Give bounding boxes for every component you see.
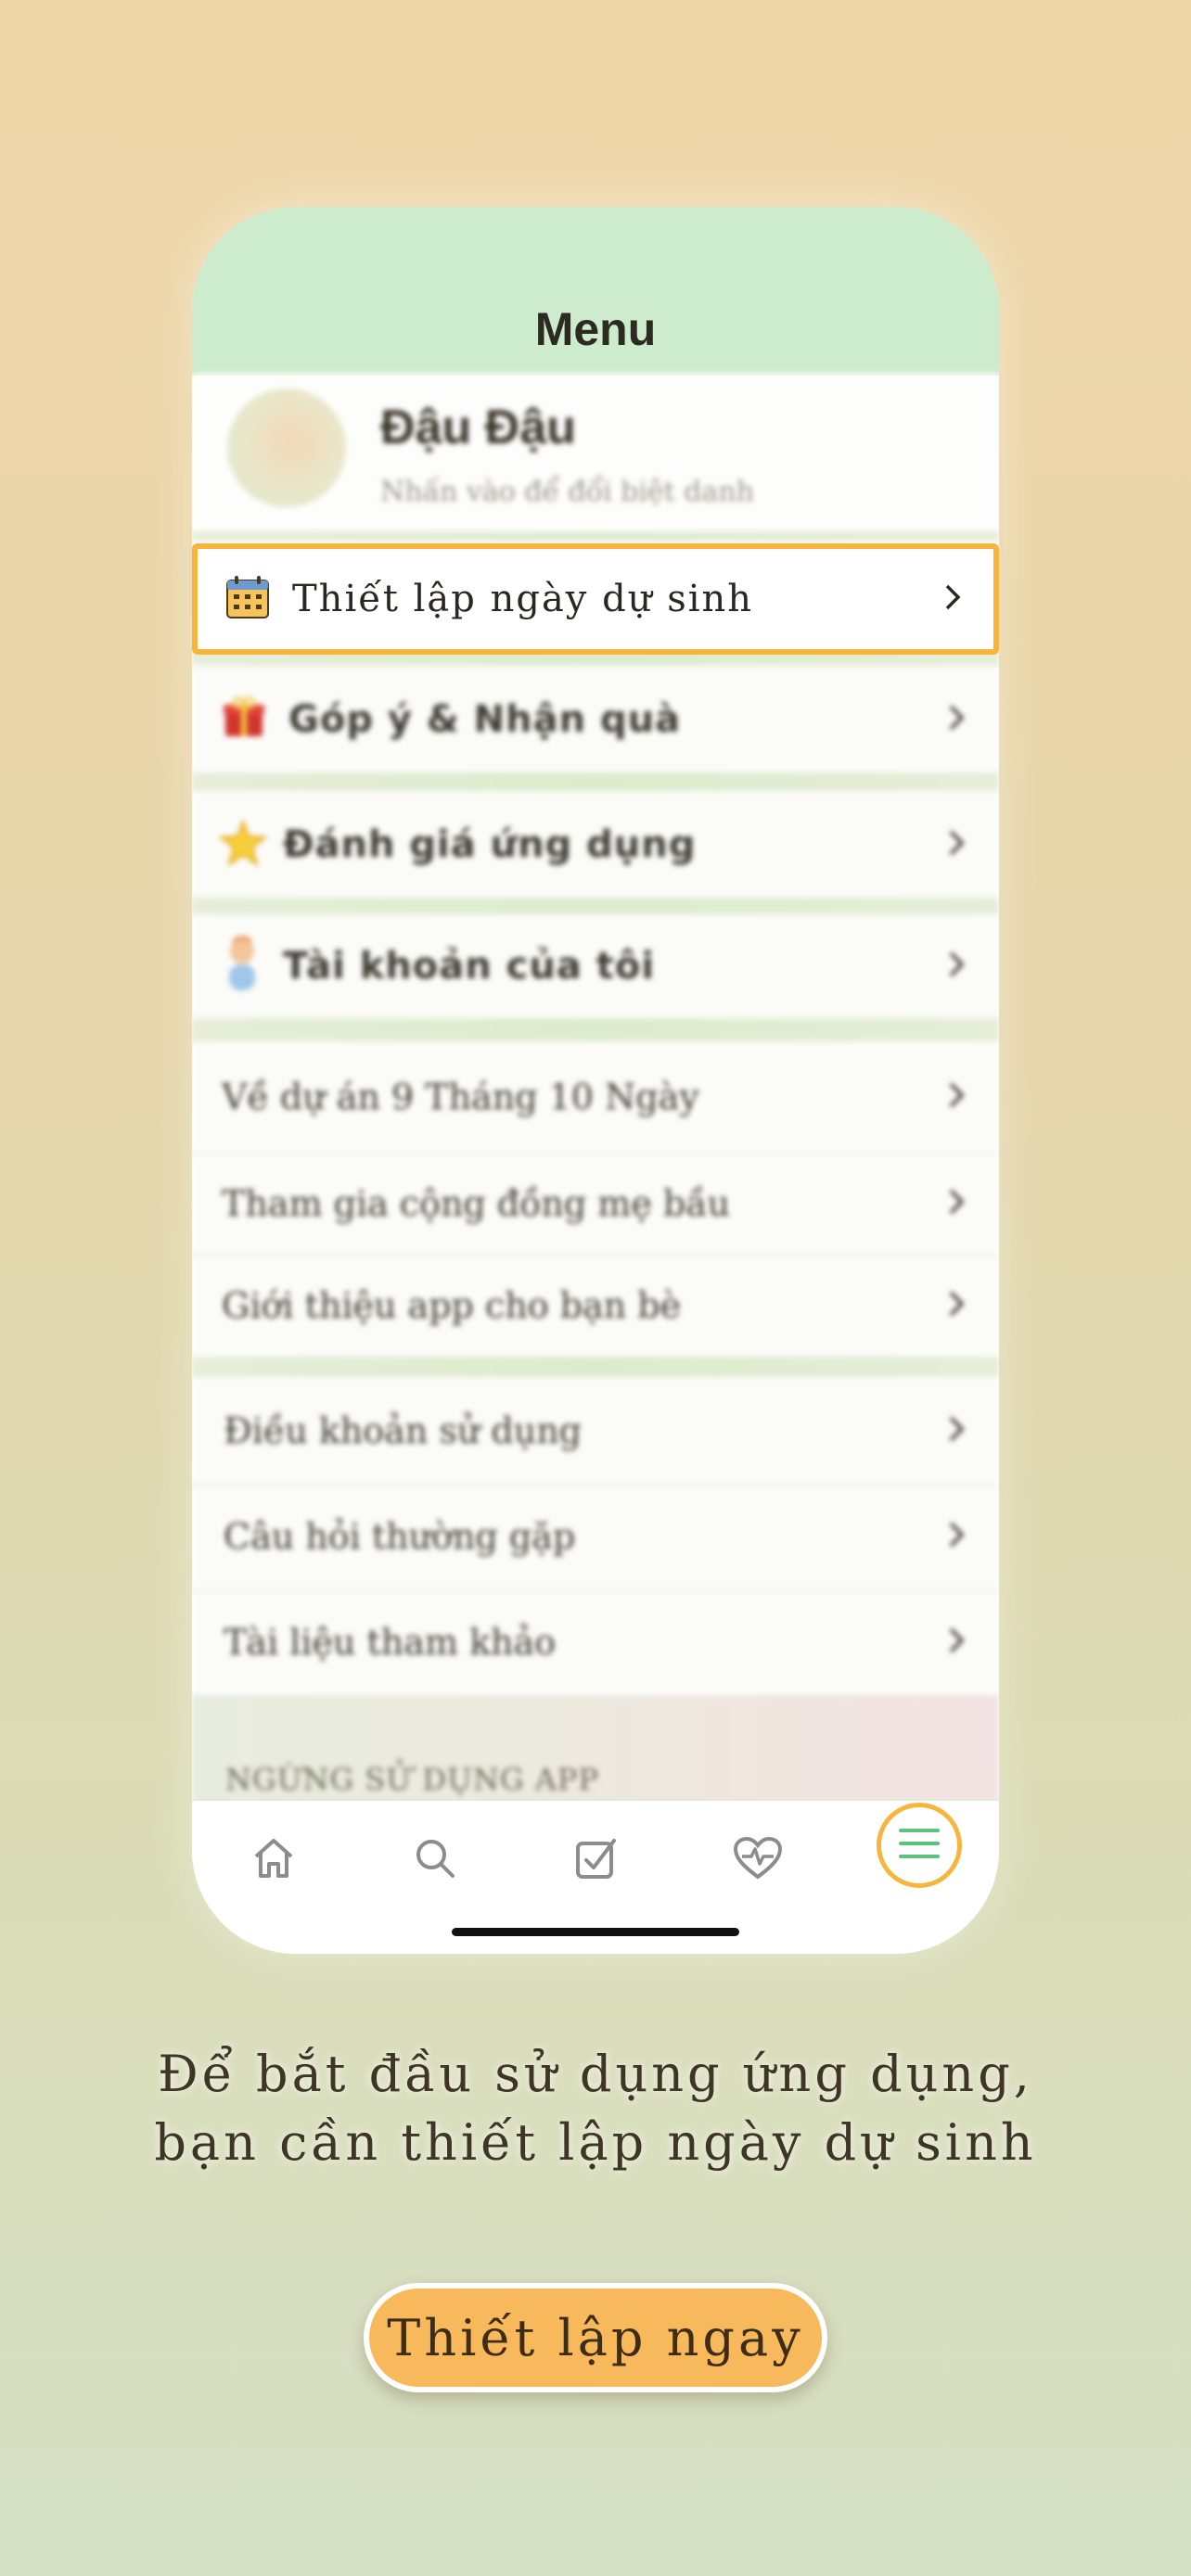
- chevron-right-icon: [947, 1520, 966, 1553]
- menu-item-label: Tham gia cộng đồng mẹ bầu: [222, 1183, 730, 1224]
- menu-item-faq[interactable]: Câu hỏi thường gặp: [192, 1484, 999, 1591]
- menu-item-label: Đánh giá ứng dụng: [283, 823, 697, 866]
- menu-header: Menu: [192, 207, 999, 376]
- menu-item-label: Tài khoản của tôi: [283, 945, 656, 988]
- chevron-right-icon: [947, 1187, 966, 1220]
- caption-line-2: bạn cần thiết lập ngày dự sinh: [154, 2113, 1037, 2172]
- menu-item-label: Góp ý & Nhận quà: [288, 697, 682, 741]
- menu-item-account[interactable]: Tài khoản của tôi: [192, 914, 999, 1018]
- menu-item-about[interactable]: Về dự án 9 Tháng 10 Ngày: [192, 1041, 999, 1154]
- menu-item-label: Câu hỏi thường gặp: [224, 1516, 576, 1557]
- stop-using-label: NGỪNG SỬ DỤNG APP: [225, 1762, 599, 1797]
- profile-card[interactable]: Đậu Đậu Nhấn vào để đổi biệt danh: [192, 374, 999, 531]
- profile-name: Đậu Đậu: [380, 401, 576, 454]
- set-due-date-label: Thiết lập ngày dự sinh: [292, 578, 754, 620]
- caption-line-1: Để bắt đầu sử dụng ứng dụng,: [158, 2045, 1033, 2103]
- chevron-right-icon: [947, 703, 966, 736]
- heart-pulse-icon: [733, 1836, 783, 1884]
- baby-avatar-icon: [220, 935, 264, 998]
- tab-search[interactable]: [398, 1823, 472, 1897]
- home-indicator: [452, 1928, 739, 1936]
- divider: [192, 1018, 999, 1041]
- menu-item-label: Giới thiệu app cho bạn bè: [222, 1285, 682, 1326]
- menu-item-community[interactable]: Tham gia cộng đồng mẹ bầu: [192, 1153, 999, 1256]
- menu-item-label: Điều khoản sử dụng: [224, 1409, 582, 1451]
- setup-now-button[interactable]: Thiết lập ngay: [364, 2283, 827, 2392]
- divider: [192, 1357, 999, 1377]
- profile-hint: Nhấn vào để đổi biệt danh: [380, 476, 755, 508]
- checklist-icon: [573, 1835, 620, 1885]
- tab-checklist[interactable]: [559, 1823, 634, 1897]
- chevron-right-icon: [947, 828, 966, 861]
- chevron-right-icon: [947, 950, 966, 983]
- home-icon: [250, 1836, 297, 1884]
- menu-item-references[interactable]: Tài liệu tham khảo: [192, 1589, 999, 1695]
- menu-item-label: Tài liệu tham khảo: [224, 1622, 557, 1663]
- menu-item-set-due-date[interactable]: Thiết lập ngày dự sinh: [192, 543, 999, 655]
- chevron-right-icon: [947, 1414, 966, 1447]
- divider: [192, 772, 999, 791]
- menu-item-rate-app[interactable]: Đánh giá ứng dụng: [192, 791, 999, 898]
- tab-health[interactable]: [721, 1823, 795, 1897]
- chevron-right-icon: [947, 1626, 966, 1659]
- avatar: [227, 389, 346, 507]
- chevron-right-icon: [947, 1080, 966, 1114]
- star-icon: [218, 818, 268, 870]
- menu-icon: [896, 1825, 942, 1866]
- menu-item-terms[interactable]: Điều khoản sử dụng: [192, 1377, 999, 1486]
- search-icon: [412, 1835, 458, 1885]
- calendar-icon: [225, 575, 270, 623]
- menu-item-label: Về dự án 9 Tháng 10 Ngày: [222, 1077, 699, 1117]
- onboarding-caption: Để bắt đầu sử dụng ứng dụng, bạn cần thi…: [0, 2040, 1191, 2177]
- divider: [192, 531, 999, 541]
- legal-links-card: Điều khoản sử dụng Câu hỏi thường gặp Tà…: [192, 1377, 999, 1695]
- tab-menu[interactable]: [877, 1803, 962, 1888]
- gift-icon: [222, 695, 266, 744]
- phone-mockup: Menu Đậu Đậu Nhấn vào để đổi biệt danh G…: [192, 207, 999, 1954]
- info-links-card: Về dự án 9 Tháng 10 Ngày Tham gia cộng đ…: [192, 1041, 999, 1357]
- menu-title: Menu: [534, 303, 657, 355]
- menu-item-feedback[interactable]: Góp ý & Nhận quà: [192, 666, 999, 772]
- tab-home[interactable]: [237, 1823, 311, 1897]
- menu-item-invite-friends[interactable]: Giới thiệu app cho bạn bè: [192, 1255, 999, 1357]
- divider: [192, 898, 999, 914]
- tab-bar: [192, 1799, 999, 1954]
- chevron-right-icon: [947, 1289, 966, 1322]
- chevron-right-icon: [943, 582, 962, 616]
